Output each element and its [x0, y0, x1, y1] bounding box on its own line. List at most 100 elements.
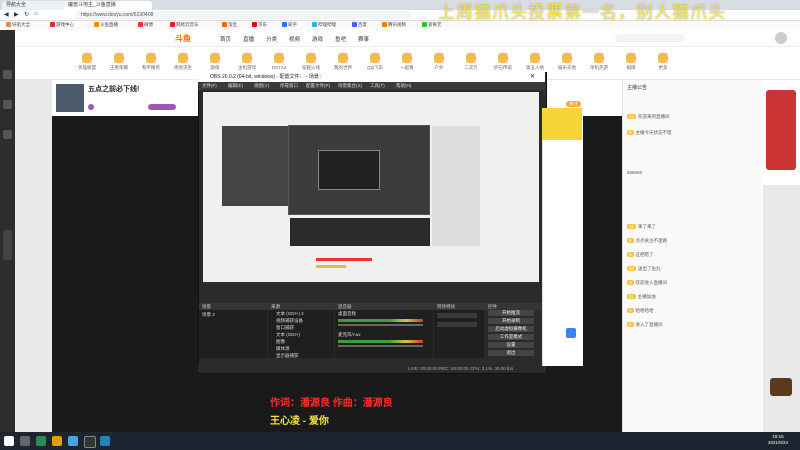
scene-item[interactable]: 场景 2: [202, 312, 215, 318]
bookmark[interactable]: 京东: [252, 22, 267, 28]
category-item[interactable]: 我的世界: [331, 53, 355, 71]
category-item[interactable]: 和平精英: [139, 53, 163, 71]
bookmark[interactable]: 哔哩哔哩: [312, 22, 336, 28]
gift-icon[interactable]: [770, 378, 792, 396]
sources-list[interactable]: 文本 (GDI+) 2 视频捕获设备 窗口捕获 文本 (GDI+) 图像 媒体源…: [268, 310, 334, 358]
bookmark[interactable]: 腾讯视频: [382, 22, 406, 28]
obs-menu-item[interactable]: 帮助(H): [396, 82, 411, 90]
sidebar-collapse-handle[interactable]: [3, 230, 12, 260]
browser-tab-active[interactable]: 魔兽斗地主_斗鱼直播: [64, 1, 152, 10]
scenes-list[interactable]: 场景 2: [199, 310, 267, 358]
category-item[interactable]: 娱乐天地: [555, 53, 579, 71]
category-item[interactable]: 主机游戏: [235, 53, 259, 71]
nav-item[interactable]: 游戏: [312, 35, 323, 43]
nav-item[interactable]: 赛事: [358, 35, 369, 43]
bookmark[interactable]: 微博: [138, 22, 153, 28]
taskbar-app-icon[interactable]: [36, 436, 46, 446]
ad-banner[interactable]: [762, 80, 800, 185]
source-item[interactable]: 窗口捕获: [276, 325, 294, 331]
sidebar-follow-icon[interactable]: [3, 100, 12, 109]
settings-button[interactable]: 设置: [488, 342, 534, 348]
duration-input[interactable]: [437, 322, 477, 327]
category-item[interactable]: 更多: [651, 53, 675, 71]
obs-menu-item[interactable]: 配置文件(P): [306, 82, 330, 90]
obs-menu-item[interactable]: 停靠窗口: [280, 82, 298, 90]
obs-menu-item[interactable]: 视图(V): [254, 82, 269, 90]
source-item[interactable]: 视频捕获设备: [276, 318, 303, 324]
category-item[interactable]: 英雄联盟: [75, 53, 99, 71]
obs-title: OBS 26.0.2 (64-bit, windows) - 配置文件： - 场…: [210, 74, 324, 80]
category-item[interactable]: 棋牌: [619, 53, 643, 71]
category-item[interactable]: 绝地求生: [171, 53, 195, 71]
chat-title: 主播公告: [627, 85, 648, 91]
source-item[interactable]: 文本 (GDI+) 2: [276, 311, 304, 317]
category-item[interactable]: 穿越火线: [299, 53, 323, 71]
nav-item[interactable]: 鱼吧: [335, 35, 346, 43]
home-icon[interactable]: ⌂: [34, 11, 38, 17]
close-icon[interactable]: ✕: [530, 72, 535, 82]
site-search-input[interactable]: [615, 34, 685, 42]
streamer-avatar[interactable]: [56, 84, 84, 112]
category-item[interactable]: 王者荣耀: [107, 53, 131, 71]
start-icon[interactable]: [4, 436, 14, 446]
studio-mode-button[interactable]: 工作室模式: [488, 334, 534, 340]
back-icon[interactable]: ◀: [4, 11, 9, 18]
browser-tab[interactable]: 导航大全: [2, 1, 70, 10]
nav-item[interactable]: 分类: [266, 35, 277, 43]
bookmark[interactable]: 知乎: [282, 22, 297, 28]
obs-menu-item[interactable]: 工具(T): [370, 82, 385, 90]
obs-menu-item[interactable]: 编辑(E): [228, 82, 243, 90]
source-item[interactable]: 媒体源: [276, 346, 290, 352]
search-icon[interactable]: [20, 436, 30, 446]
windows-taskbar: [0, 432, 800, 450]
browser-icon[interactable]: [68, 436, 78, 446]
category-item[interactable]: DOTA2: [267, 53, 291, 70]
bookmark[interactable]: 斗鱼直播: [94, 22, 118, 28]
nav-item[interactable]: 视频: [289, 35, 300, 43]
follow-button[interactable]: 关注: [566, 101, 581, 107]
bookmark[interactable]: 网易云音乐: [170, 22, 199, 28]
transition-select[interactable]: [437, 313, 477, 318]
category-item[interactable]: 炉石传说: [491, 53, 515, 71]
folder-icon[interactable]: [52, 436, 62, 446]
system-clock[interactable]: 19:15 2021/8/24: [768, 434, 788, 446]
user-avatar[interactable]: [775, 32, 787, 44]
site-logo[interactable]: 斗鱼: [175, 33, 191, 44]
source-item[interactable]: 图像: [276, 339, 285, 345]
chat-message: 15 来了来了: [627, 224, 657, 229]
start-recording-button[interactable]: 开始录制: [488, 318, 534, 324]
category-item[interactable]: 二次元: [459, 53, 483, 71]
obs-menu-item[interactable]: 文件(F): [202, 82, 217, 90]
start-streaming-button[interactable]: 开始推流: [488, 310, 534, 316]
category-item[interactable]: 户外: [427, 53, 451, 71]
volume-slider[interactable]: [338, 345, 423, 347]
category-item[interactable]: QQ飞车: [363, 53, 387, 71]
nav-item[interactable]: 首页: [220, 35, 231, 43]
obs-icon[interactable]: [84, 436, 96, 448]
virtual-camera-button[interactable]: 启动虚拟摄像机: [488, 326, 534, 332]
forward-icon[interactable]: ▶: [14, 11, 19, 18]
exit-button[interactable]: 退出: [488, 350, 534, 356]
source-item[interactable]: 显示器捕获: [276, 353, 299, 359]
popup-chat-icon[interactable]: [566, 328, 576, 338]
category-item[interactable]: 单机热游: [587, 53, 611, 71]
transitions-panel[interactable]: [434, 310, 484, 358]
sidebar-home-icon[interactable]: [3, 70, 12, 79]
category-item[interactable]: 第五人格: [523, 53, 547, 71]
ad-image[interactable]: [766, 90, 796, 170]
obs-menu-item[interactable]: 场景集合(S): [338, 82, 362, 90]
category-item[interactable]: 一起看: [395, 53, 419, 71]
volume-slider[interactable]: [338, 324, 423, 326]
bookmark[interactable]: 百度: [352, 22, 367, 28]
bookmark[interactable]: 游戏中心: [50, 22, 74, 28]
taskbar-app-icon[interactable]: [100, 436, 110, 446]
source-item[interactable]: 文本 (GDI+): [276, 332, 300, 338]
address-bar[interactable]: https://www.douyu.com/6230408: [75, 11, 411, 19]
bookmark[interactable]: 淘宝: [222, 22, 237, 28]
sidebar-history-icon[interactable]: [3, 130, 12, 139]
obs-titlebar: OBS 26.0.2 (64-bit, windows) - 配置文件： - 场…: [198, 72, 545, 82]
bookmark[interactable]: 导航大全: [6, 22, 30, 28]
nav-item[interactable]: 直播: [243, 35, 254, 43]
category-item[interactable]: 颜值: [203, 53, 227, 71]
reload-icon[interactable]: ↻: [24, 11, 29, 18]
